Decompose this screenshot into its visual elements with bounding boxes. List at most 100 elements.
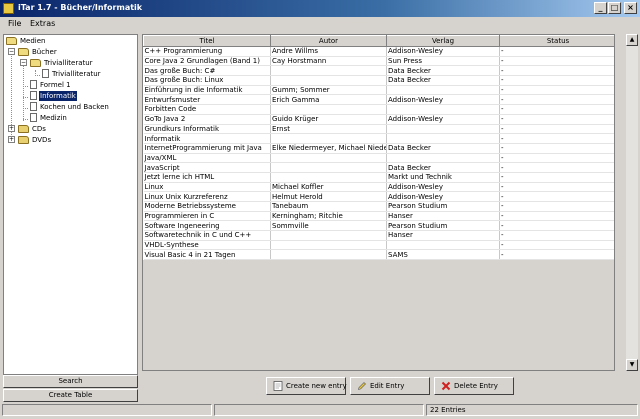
edit-entry-button[interactable]: Edit Entry (350, 377, 430, 395)
tree-node-kochen-und-backen[interactable]: Kochen und Backen (30, 102, 110, 113)
table-row[interactable]: Linux Unix Kurzreferenz Helmut Herold Addi… (143, 191, 614, 202)
tree-node-dvds[interactable]: DVDs (18, 135, 52, 146)
expand-icon[interactable]: + (8, 125, 15, 132)
cell-autor (270, 104, 387, 115)
tree-node-label: CDs (32, 125, 46, 133)
table-row[interactable]: Informatik - (143, 133, 614, 144)
cell-autor: Helmut Herold (270, 191, 387, 202)
cell-titel: JavaScript (143, 162, 271, 173)
scroll-up-icon[interactable]: ▲ (626, 34, 638, 46)
cell-titel: Linux Unix Kurzreferenz (143, 191, 271, 202)
table-row[interactable]: Softwaretechnik in C und C++ Hanser - (143, 230, 614, 241)
table-row[interactable]: JavaScript Data Becker - (143, 162, 614, 173)
cell-status: - (499, 143, 614, 154)
table-row[interactable]: Core Java 2 Grundlagen (Band 1) Cay Horst… (143, 56, 614, 67)
cell-autor (270, 162, 387, 173)
cell-autor (270, 230, 387, 241)
cell-verlag (386, 133, 500, 144)
tree-line (23, 97, 28, 98)
cell-autor: Erich Gamma (270, 94, 387, 106)
tree-node-buecher[interactable]: Bücher (18, 47, 58, 58)
table-row[interactable]: Entwurfsmuster Erich Gamma Addison-Wesley - (143, 94, 614, 106)
cell-autor: Andre Willms (270, 46, 387, 57)
tree-node-label: Formel 1 (40, 81, 71, 89)
action-button-bar: Create new entry Edit Entry Delete Entry (142, 372, 638, 400)
cell-autor (270, 65, 387, 77)
cell-autor (270, 75, 387, 86)
cell-autor (270, 133, 387, 144)
table-row[interactable]: Programmieren in C Kerningham; Ritchie Han… (143, 211, 614, 222)
delete-icon (441, 381, 451, 391)
expand-icon[interactable]: + (8, 136, 15, 143)
table-row[interactable]: Das große Buch: Linux Data Becker - (143, 75, 614, 86)
table-row[interactable]: InternetProgrammierung mit Java Elke Nied… (143, 143, 614, 154)
table-row[interactable]: Einführung in die Informatik Gumm; Sommer… (143, 85, 614, 96)
minimize-button[interactable]: _ (594, 2, 607, 14)
close-button[interactable]: × (624, 2, 637, 14)
table-row[interactable]: Grundkurs Informatik Ernst - (143, 124, 614, 135)
table-row[interactable]: Linux Michael Koffler Addison-Wesley - (143, 182, 614, 193)
entries-table: Titel Autor Verlag Status C++ Programmie… (143, 35, 614, 261)
tree-node-medizin[interactable]: Medizin (30, 113, 68, 124)
menu-file[interactable]: File (8, 19, 21, 28)
create-table-button[interactable]: Create Table (3, 389, 138, 402)
cell-verlag: Data Becker (386, 143, 500, 154)
cell-status: - (499, 114, 614, 125)
column-header-titel[interactable]: Titel (143, 35, 271, 47)
menu-extras[interactable]: Extras (30, 19, 55, 28)
cell-status: - (499, 46, 614, 57)
cell-autor: Gumm; Sommer (270, 85, 387, 96)
table-row[interactable]: C++ Programmierung Andre Willms Addison-We… (143, 46, 614, 57)
search-button[interactable]: Search (3, 375, 138, 388)
cell-titel: Forbitten Code (143, 104, 271, 115)
collapse-icon[interactable]: − (20, 59, 27, 66)
table-row[interactable]: Software Ingeneering Sommville Pearson Stu… (143, 220, 614, 232)
cell-verlag: Addison-Wesley (386, 191, 500, 202)
collapse-icon[interactable]: − (8, 48, 15, 55)
table-row[interactable]: Java/XML - (143, 153, 614, 164)
cell-titel: VHDL-Synthese (143, 240, 271, 251)
cell-autor: Sommville (270, 220, 387, 232)
tree-node-label: DVDs (32, 136, 52, 144)
cell-status: - (499, 56, 614, 67)
table-row[interactable]: Moderne Betriebssysteme Tanebaum Pearson S… (143, 201, 614, 212)
tree-node-formel-1[interactable]: Formel 1 (30, 80, 72, 91)
delete-entry-label: Delete Entry (454, 382, 498, 390)
cell-titel: Softwaretechnik in C und C++ (143, 230, 271, 241)
table-row[interactable]: GoTo Java 2 Guido Krüger Addison-Wesley - (143, 114, 614, 125)
title-bar: iTar 1.7 - Bücher/Informatik _ □ × (0, 0, 640, 17)
cell-titel: Java/XML (143, 153, 271, 164)
tree-node-informatik[interactable]: Informatik (30, 91, 77, 102)
maximize-button[interactable]: □ (608, 2, 621, 14)
tree-node-trivialliteratur-doc[interactable]: Trivialliteratur (42, 69, 102, 80)
document-icon (42, 69, 49, 78)
tree-node-trivialliteratur[interactable]: Trivialliteratur (30, 58, 94, 69)
cell-status: - (499, 230, 614, 241)
cell-status: - (499, 65, 614, 77)
delete-entry-button[interactable]: Delete Entry (434, 377, 514, 395)
scroll-down-icon[interactable]: ▼ (626, 359, 638, 371)
table-row[interactable]: Forbitten Code - (143, 104, 614, 115)
document-icon (30, 113, 37, 122)
table-row[interactable]: Jetzt lerne ich HTML Markt und Technik - (143, 172, 614, 183)
cell-titel: Jetzt lerne ich HTML (143, 172, 271, 183)
column-header-verlag[interactable]: Verlag (386, 35, 500, 47)
cell-titel: Informatik (143, 133, 271, 144)
document-icon (30, 91, 37, 100)
tree-node-cds[interactable]: CDs (18, 124, 47, 135)
cell-titel: Programmieren in C (143, 211, 271, 222)
cell-titel: Core Java 2 Grundlagen (Band 1) (143, 56, 271, 67)
column-header-status[interactable]: Status (499, 35, 614, 47)
cell-titel: Einführung in die Informatik (143, 85, 271, 96)
document-icon (30, 80, 37, 89)
tree-node-label: Medizin (40, 114, 67, 122)
create-new-entry-button[interactable]: Create new entry (266, 377, 347, 395)
cell-verlag: Sun Press (386, 56, 500, 67)
table-row[interactable]: VHDL-Synthese - (143, 240, 614, 251)
tree-node-medien[interactable]: Medien (6, 36, 46, 47)
table-row[interactable]: Das große Buch: C# Data Becker - (143, 65, 614, 77)
tree-node-label: Bücher (32, 48, 57, 56)
table-row[interactable]: Visual Basic 4 in 21 Tagen SAMS - (143, 249, 614, 261)
column-header-autor[interactable]: Autor (270, 35, 387, 47)
vertical-scrollbar[interactable]: ▲ ▼ (626, 34, 638, 371)
